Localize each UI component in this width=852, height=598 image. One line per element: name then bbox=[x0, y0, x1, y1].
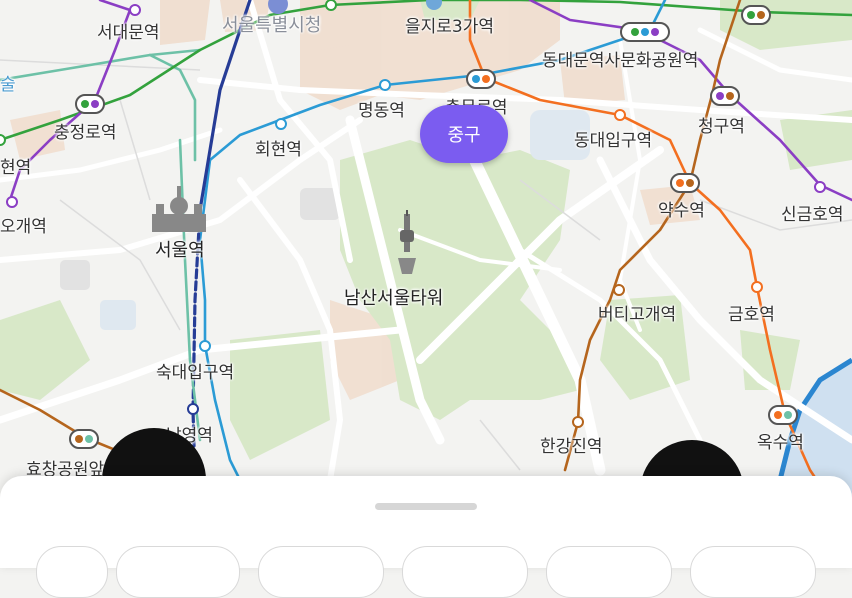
station-label-cheonggu[interactable]: 청구역 bbox=[698, 112, 745, 137]
filter-chip[interactable] bbox=[36, 546, 108, 598]
station-label-oksu[interactable]: 옥수역 bbox=[757, 428, 804, 453]
station-label-edge[interactable]: 술 bbox=[0, 70, 16, 95]
transfer-pin-oksu[interactable] bbox=[768, 405, 798, 425]
filter-chip[interactable] bbox=[546, 546, 672, 598]
station-label-hoehyeon[interactable]: 회현역 bbox=[255, 135, 302, 160]
sheet-drag-handle[interactable] bbox=[375, 503, 477, 510]
filter-chip[interactable] bbox=[116, 546, 240, 598]
transfer-pin-hyochang[interactable] bbox=[69, 429, 99, 449]
station-label-euljiro3[interactable]: 을지로3가역 bbox=[405, 12, 494, 37]
transfer-pin-yaksu[interactable] bbox=[670, 173, 700, 193]
station-label-partial[interactable]: 현역 bbox=[0, 153, 31, 178]
station-label-aeogae[interactable]: 오개역 bbox=[0, 212, 47, 237]
landmark-label-cityhall[interactable]: 서울특별시청 bbox=[222, 11, 321, 37]
station-label-seoul[interactable]: 서울역 bbox=[155, 236, 205, 262]
transfer-pin-chungmuro[interactable] bbox=[466, 69, 496, 89]
transfer-pin-chungjeongno[interactable] bbox=[75, 94, 105, 114]
transfer-pin-sindang[interactable] bbox=[741, 5, 771, 25]
station-label-geumho[interactable]: 금호역 bbox=[728, 300, 775, 325]
station-label-chungjeongno[interactable]: 충정로역 bbox=[54, 118, 117, 143]
station-label-myeongdong[interactable]: 명동역 bbox=[358, 96, 405, 121]
district-badge[interactable]: 중구 bbox=[420, 105, 508, 163]
landmark-label-namsan-tower[interactable]: 남산서울타워 bbox=[344, 284, 443, 310]
transfer-pin-cheonggu[interactable] bbox=[710, 86, 740, 106]
station-label-seodaemun[interactable]: 서대문역 bbox=[97, 18, 160, 43]
station-label-singeumho[interactable]: 신금호역 bbox=[781, 200, 844, 225]
transfer-pin-ddp[interactable] bbox=[620, 22, 670, 42]
filter-chip[interactable] bbox=[402, 546, 528, 598]
station-label-hangangjin[interactable]: 한강진역 bbox=[540, 432, 603, 457]
filter-chip[interactable] bbox=[258, 546, 384, 598]
bottom-sheet[interactable] bbox=[0, 476, 852, 598]
station-label-ddp[interactable]: 동대문역사문화공원역 bbox=[542, 46, 698, 71]
station-label-sookmyung[interactable]: 숙대입구역 bbox=[156, 358, 234, 383]
filter-chip[interactable] bbox=[690, 546, 816, 598]
station-label-dongdae[interactable]: 동대입구역 bbox=[574, 126, 652, 151]
station-label-beotigogae[interactable]: 버티고개역 bbox=[598, 300, 676, 325]
station-label-yaksu[interactable]: 약수역 bbox=[658, 196, 705, 221]
